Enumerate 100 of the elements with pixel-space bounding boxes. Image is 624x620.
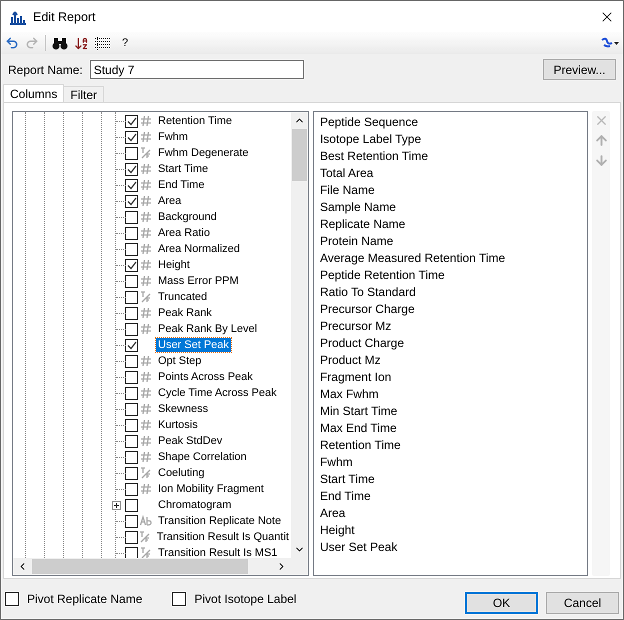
checkbox[interactable] (125, 162, 138, 176)
tree-item[interactable]: User Set Peak (156, 338, 231, 352)
horizontal-scrollbar[interactable] (13, 558, 291, 575)
tree-item[interactable]: Cycle Time Across Peak (156, 386, 279, 400)
tab[interactable]: Filter (63, 86, 104, 102)
tree-item[interactable]: Chromatogram (156, 498, 234, 512)
tree-item[interactable]: Kurtosis (156, 418, 200, 432)
tree-item[interactable]: Fwhm Degenerate (156, 146, 250, 160)
tree-item[interactable]: Transition Result Is Quantit (154, 530, 291, 544)
checkbox[interactable] (125, 434, 138, 448)
tree-item[interactable]: Truncated (156, 290, 210, 304)
checkbox[interactable] (125, 354, 138, 368)
list-item[interactable]: Precursor Charge (320, 301, 588, 318)
list-item[interactable]: Product Mz (320, 352, 588, 369)
tree-item[interactable]: Coeluting (156, 466, 206, 480)
tree-item[interactable]: Opt Step (156, 354, 204, 368)
checkbox[interactable] (125, 290, 138, 304)
scroll-thumb[interactable] (292, 129, 307, 181)
tree-item[interactable]: Area (156, 194, 184, 208)
list-item[interactable]: Average Measured Retention Time (320, 250, 588, 267)
number-icon (140, 131, 152, 143)
list-item[interactable]: Fwhm (320, 454, 588, 471)
checkbox[interactable] (125, 178, 138, 192)
scroll-thumb[interactable] (32, 559, 248, 574)
checkbox[interactable] (125, 258, 138, 272)
list-item[interactable]: Max End Time (320, 420, 588, 437)
number-icon (140, 211, 152, 223)
list-item[interactable]: Ratio To Standard (320, 284, 588, 301)
tree-item[interactable]: Start Time (156, 162, 210, 176)
tree-item[interactable]: Transition Replicate Note (156, 514, 284, 528)
checkbox[interactable] (125, 114, 138, 128)
list-item[interactable]: Sample Name (320, 199, 588, 216)
checkbox[interactable] (125, 402, 138, 416)
list-item[interactable]: Peptide Retention Time (320, 267, 588, 284)
checkbox[interactable] (125, 450, 138, 464)
list-item[interactable]: Protein Name (320, 233, 588, 250)
checkbox[interactable] (125, 498, 138, 512)
tree-item[interactable]: Transition Result Is MS1 (156, 546, 280, 558)
checkbox[interactable] (125, 210, 138, 224)
tree-item[interactable]: Skewness (156, 402, 210, 416)
list-item[interactable]: Height (320, 522, 588, 539)
tree-item[interactable]: Area Normalized (156, 242, 242, 256)
checkbox[interactable] (125, 530, 138, 544)
list-item[interactable]: Area (320, 505, 588, 522)
dialog-button[interactable]: OK (465, 592, 538, 614)
number-icon (140, 179, 152, 191)
list-item[interactable]: Start Time (320, 471, 588, 488)
checkbox[interactable] (125, 226, 138, 240)
tree-item[interactable]: Height (156, 258, 192, 272)
tree-item[interactable]: Area Ratio (156, 226, 212, 240)
list-item[interactable]: Max Fwhm (320, 386, 588, 403)
list-item[interactable]: File Name (320, 182, 588, 199)
tree-item[interactable]: Ion Mobility Fragment (156, 482, 266, 496)
checkbox[interactable] (125, 482, 138, 496)
list-item[interactable]: Product Charge (320, 335, 588, 352)
list-item[interactable]: Precursor Mz (320, 318, 588, 335)
checkbox[interactable] (125, 386, 138, 400)
checkbox[interactable] (125, 146, 138, 160)
checkbox[interactable] (125, 130, 138, 144)
checkbox[interactable] (172, 592, 186, 606)
checkbox[interactable] (5, 592, 19, 606)
checkbox[interactable] (125, 306, 138, 320)
checkbox[interactable] (125, 466, 138, 480)
tree-item[interactable]: Peak Rank (156, 306, 214, 320)
checkbox[interactable] (125, 418, 138, 432)
list-item[interactable]: End Time (320, 488, 588, 505)
checkbox[interactable] (125, 370, 138, 384)
dialog-button[interactable]: Cancel (546, 592, 619, 614)
list-item[interactable]: Fragment Ion (320, 369, 588, 386)
checkbox[interactable] (125, 514, 138, 528)
checkbox[interactable] (125, 274, 138, 288)
table-button[interactable] (95, 34, 110, 52)
tree-item[interactable]: Fwhm (156, 130, 190, 144)
tree-item[interactable]: Peak StdDev (156, 434, 224, 448)
tree-item[interactable]: Peak Rank By Level (156, 322, 260, 336)
checkbox[interactable] (125, 546, 138, 558)
tree-item[interactable]: Background (156, 210, 219, 224)
list-item[interactable]: Replicate Name (320, 216, 588, 233)
tab[interactable]: Columns (3, 84, 64, 102)
checkbox[interactable] (125, 242, 138, 256)
list-item[interactable]: Retention Time (320, 437, 588, 454)
expand-icon[interactable] (112, 501, 121, 510)
tree-item[interactable]: Points Across Peak (156, 370, 255, 384)
list-item[interactable]: Total Area (320, 165, 588, 182)
preview-button[interactable]: Preview... (543, 59, 616, 80)
list-item[interactable]: Peptide Sequence (320, 114, 588, 131)
report-name-field[interactable]: Study 7 (90, 60, 304, 79)
tree-item[interactable]: Retention Time (156, 114, 234, 128)
tree-item[interactable]: Shape Correlation (156, 450, 249, 464)
help-button[interactable]: ? (122, 34, 128, 52)
list-item[interactable]: Best Retention Time (320, 148, 588, 165)
tree-item[interactable]: Mass Error PPM (156, 274, 241, 288)
list-item[interactable]: Isotope Label Type (320, 131, 588, 148)
tree-item[interactable]: End Time (156, 178, 206, 192)
list-item[interactable]: User Set Peak (320, 539, 588, 556)
checkbox[interactable] (125, 322, 138, 336)
vertical-scrollbar[interactable] (290, 112, 308, 558)
checkbox[interactable] (125, 338, 138, 352)
list-item[interactable]: Min Start Time (320, 403, 588, 420)
checkbox[interactable] (125, 194, 138, 208)
